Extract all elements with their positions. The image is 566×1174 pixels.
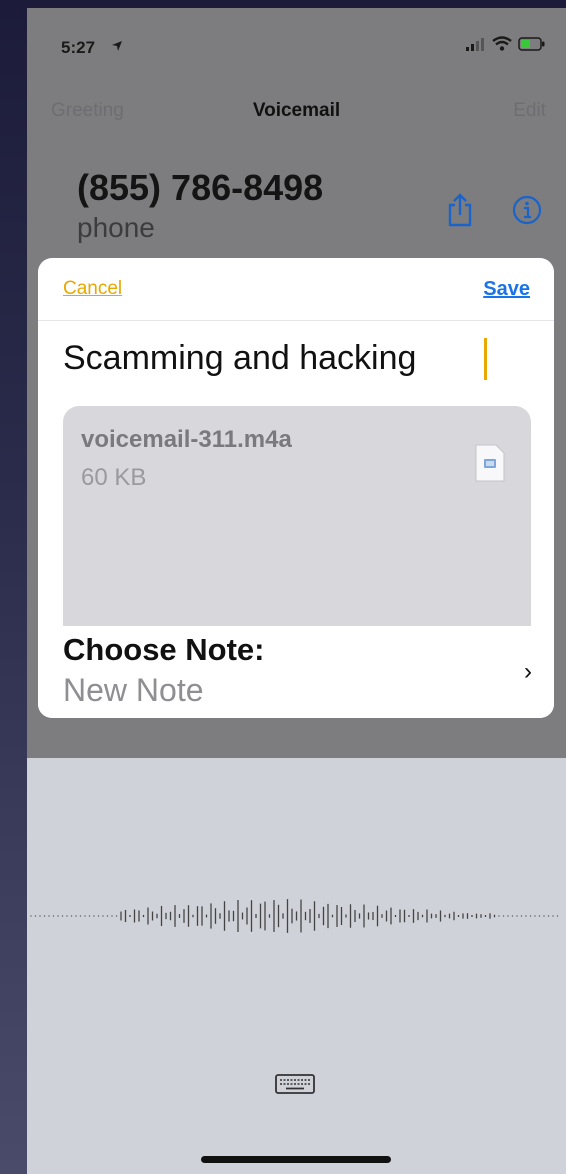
attachment-preview: voicemail-311.m4a 60 KB bbox=[63, 406, 531, 636]
location-arrow-icon bbox=[112, 41, 122, 51]
keyboard-icon[interactable] bbox=[275, 1072, 315, 1096]
home-indicator[interactable] bbox=[201, 1156, 391, 1163]
page-title: Voicemail bbox=[252, 100, 341, 121]
edit-button[interactable]: Edit bbox=[513, 100, 546, 122]
attachment-file-name: voicemail-311.m4a bbox=[81, 426, 292, 453]
share-icon[interactable] bbox=[447, 193, 473, 227]
waveform-icon bbox=[30, 899, 559, 933]
audio-file-icon bbox=[475, 444, 505, 482]
wifi-icon bbox=[492, 36, 512, 51]
save-to-notes-sheet: Cancel Save voicemail-311.m4a 60 KB Choo… bbox=[38, 258, 554, 718]
info-icon[interactable] bbox=[511, 194, 543, 226]
chevron-right-icon: › bbox=[524, 658, 532, 685]
battery-icon bbox=[518, 36, 545, 51]
dictation-panel bbox=[27, 758, 566, 1174]
note-title-input[interactable] bbox=[63, 336, 533, 380]
caller-type: phone bbox=[77, 212, 155, 243]
sheet-header: Cancel Save bbox=[38, 258, 554, 321]
status-bar: 5:27 bbox=[27, 8, 566, 88]
cellular-signal-icon bbox=[466, 37, 484, 51]
cancel-button[interactable]: Cancel bbox=[63, 278, 122, 300]
text-cursor bbox=[484, 338, 487, 380]
nav-bar: Greeting Voicemail Edit bbox=[27, 88, 566, 138]
caller-info: (855) 786-8498 phone bbox=[77, 168, 323, 246]
save-button[interactable]: Save bbox=[483, 278, 530, 301]
phone-screen: 5:27 Greeting Voicemail Edit (855) 786-8… bbox=[27, 8, 566, 1174]
attachment-file-size: 60 KB bbox=[81, 464, 147, 491]
choose-note-row[interactable]: Choose Note: New Note › bbox=[38, 626, 554, 718]
status-time: 5:27 bbox=[61, 38, 96, 57]
choose-note-label: Choose Note: bbox=[63, 632, 265, 667]
caller-number: (855) 786-8498 bbox=[77, 167, 324, 208]
choose-note-value: New Note bbox=[63, 672, 204, 708]
status-icons bbox=[466, 36, 546, 51]
